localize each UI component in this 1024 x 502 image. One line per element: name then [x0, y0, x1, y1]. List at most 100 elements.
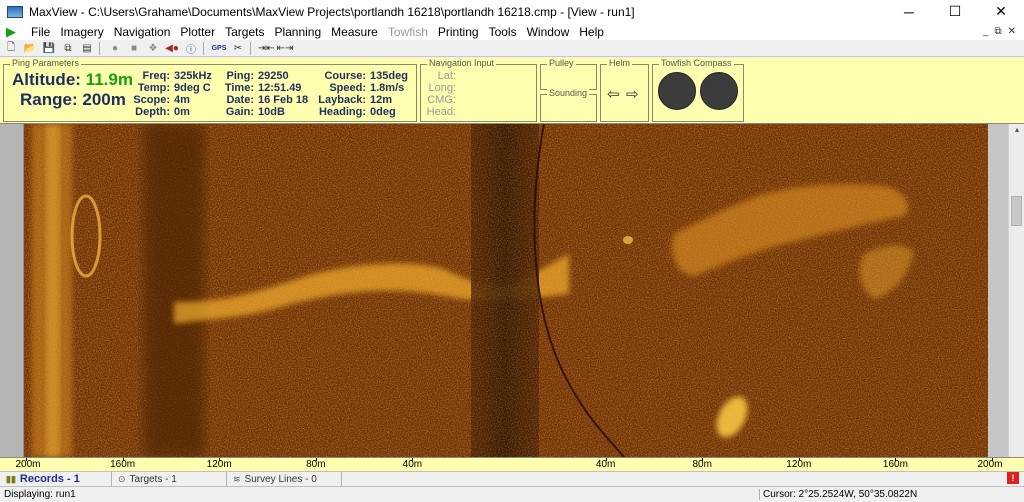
speed-label: Speed:: [329, 82, 366, 94]
range-value: 200m: [82, 90, 126, 109]
depth-value: 0m: [174, 106, 190, 118]
menu-file[interactable]: File: [26, 25, 55, 39]
toolbar-separator: [99, 41, 100, 55]
mdi-close-button[interactable]: ✕: [1008, 26, 1016, 37]
ruler-tick-label: 160m: [882, 459, 908, 470]
tab-targets[interactable]: ⊙ Targets - 1: [112, 471, 227, 487]
menu-towfish[interactable]: Towfish: [383, 25, 433, 39]
toolbar-separator: [250, 41, 251, 55]
tabs-bar: ▮▮ Records - 1 ⊙ Targets - 1 ≋ Survey Li…: [0, 471, 1024, 487]
time-label: Time:: [224, 82, 254, 94]
range-readout: Range: 200m: [20, 90, 126, 110]
depth-label: Depth:: [135, 106, 170, 118]
ruler-tick-label: 40m: [402, 459, 423, 470]
scroll-thumb[interactable]: [1011, 196, 1022, 226]
scope-value: 4m: [174, 94, 190, 106]
status-bar: Displaying: run1 Cursor: 2°25.2524W, 50°…: [0, 486, 1024, 502]
menu-imagery[interactable]: Imagery: [55, 25, 108, 39]
sounding-group: Sounding: [540, 88, 597, 122]
shrink-icon[interactable]: ⇥⇤: [258, 41, 275, 55]
temp-value: 9deg C: [174, 82, 211, 94]
records-icon: ▮▮: [6, 473, 16, 484]
time-value: 12:51.49: [258, 82, 302, 94]
ping-parameters-label: Ping Parameters: [10, 58, 82, 69]
navigation-input-label: Navigation Input: [427, 58, 497, 69]
ruler-tick-label: 80m: [692, 459, 712, 470]
ping-value: 29250: [258, 70, 289, 82]
course-value: 135deg: [370, 70, 408, 82]
displaying-status: Displaying: run1: [4, 489, 76, 500]
altitude-readout: Altitude: 11.9m: [12, 70, 133, 90]
menu-tools[interactable]: Tools: [484, 25, 522, 39]
menu-window[interactable]: Window: [522, 25, 575, 39]
lat-label: Lat:: [437, 70, 456, 82]
freq-label: Freq:: [142, 70, 171, 82]
layback-label: Layback:: [318, 94, 366, 106]
scroll-up-icon[interactable]: ▲: [1009, 124, 1024, 136]
window-title: MaxView - C:\Users\Grahame\Documents\Max…: [29, 4, 635, 19]
mdi-minimize-button[interactable]: _: [983, 26, 989, 37]
menu-plotter[interactable]: Plotter: [175, 25, 220, 39]
info-panel: Ping Parameters Altitude: 11.9m Range: 2…: [0, 58, 1024, 124]
title-bar: MaxView - C:\Users\Grahame\Documents\Max…: [0, 0, 1024, 23]
range-label: Range:: [20, 90, 78, 109]
menu-help[interactable]: Help: [574, 25, 609, 39]
stop-icon[interactable]: ■: [126, 41, 142, 55]
minimize-button[interactable]: ─: [886, 0, 932, 23]
compass-dial-right: [700, 72, 738, 110]
towfish-compass-label: Towfish Compass: [659, 58, 734, 69]
helm-right-arrow-icon[interactable]: ⇨: [626, 85, 639, 103]
expand-icon[interactable]: ⇤⇥: [277, 41, 294, 55]
mdi-restore-button[interactable]: ⧉: [994, 26, 1001, 37]
gain-value: 10dB: [258, 106, 285, 118]
pulley-label: Pulley: [547, 58, 576, 69]
menu-measure[interactable]: Measure: [326, 25, 383, 39]
ruler-tick-label: 80m: [306, 459, 326, 470]
alert-icon[interactable]: !: [1007, 472, 1019, 484]
app-icon: [7, 5, 23, 18]
long-label: Long:: [428, 82, 456, 94]
menu-bar: ▶ File Imagery Navigation Plotter Target…: [0, 23, 1024, 40]
heading-label: Heading:: [318, 106, 366, 118]
ping-label: Ping:: [226, 70, 255, 82]
ruler-tick-label: 200m: [977, 459, 1003, 470]
course-label: Course:: [324, 70, 366, 82]
close-button[interactable]: ✕: [978, 0, 1024, 23]
scope-label: Scope:: [133, 94, 170, 106]
scissors-icon[interactable]: ✂: [230, 41, 246, 55]
vertical-scrollbar[interactable]: ▲: [1008, 124, 1024, 457]
head-label: Head:: [426, 106, 456, 118]
info-icon[interactable]: ⓘ: [183, 41, 199, 56]
menu-navigation[interactable]: Navigation: [109, 25, 176, 39]
ruler-tick-label: 120m: [206, 459, 232, 470]
menu-targets[interactable]: Targets: [220, 25, 269, 39]
pulley-group: Pulley: [540, 58, 597, 90]
cursor-status: Cursor: 2°25.2524W, 50°35.0822N: [759, 489, 1024, 500]
tab-records-label: Records - 1: [19, 473, 80, 485]
helm-left-arrow-icon[interactable]: ⇦: [607, 85, 620, 103]
sonar-waterfall: [24, 124, 988, 457]
tab-survey-lines[interactable]: ≋ Survey Lines - 0: [227, 471, 342, 487]
mdi-controls: _ ⧉ ✕: [983, 26, 1024, 37]
sounding-label: Sounding: [547, 88, 590, 99]
ruler-tick-label: 120m: [786, 459, 812, 470]
layers-icon[interactable]: ❖: [145, 41, 161, 55]
paste-icon[interactable]: ▤: [79, 41, 95, 55]
open-icon[interactable]: 📂: [22, 41, 38, 55]
menu-printing[interactable]: Printing: [433, 25, 484, 39]
maximize-button[interactable]: ☐: [932, 0, 978, 23]
new-icon[interactable]: 🗋: [3, 41, 19, 55]
sonar-image[interactable]: [24, 124, 988, 457]
copy-icon[interactable]: ⧉: [60, 41, 76, 55]
fish-icon[interactable]: ◀●: [164, 41, 180, 55]
gps-icon[interactable]: GPS: [211, 41, 227, 55]
tab-records[interactable]: ▮▮ Records - 1: [0, 471, 112, 487]
record-icon[interactable]: ●: [107, 41, 123, 55]
speed-value: 1.8m/s: [370, 82, 405, 94]
compass-dial-left: [658, 72, 696, 110]
save-icon[interactable]: 💾: [41, 41, 57, 55]
left-margin: [0, 124, 24, 457]
play-icon[interactable]: ▶: [6, 24, 20, 40]
ruler-tick-label: 160m: [110, 459, 136, 470]
menu-planning[interactable]: Planning: [269, 25, 326, 39]
